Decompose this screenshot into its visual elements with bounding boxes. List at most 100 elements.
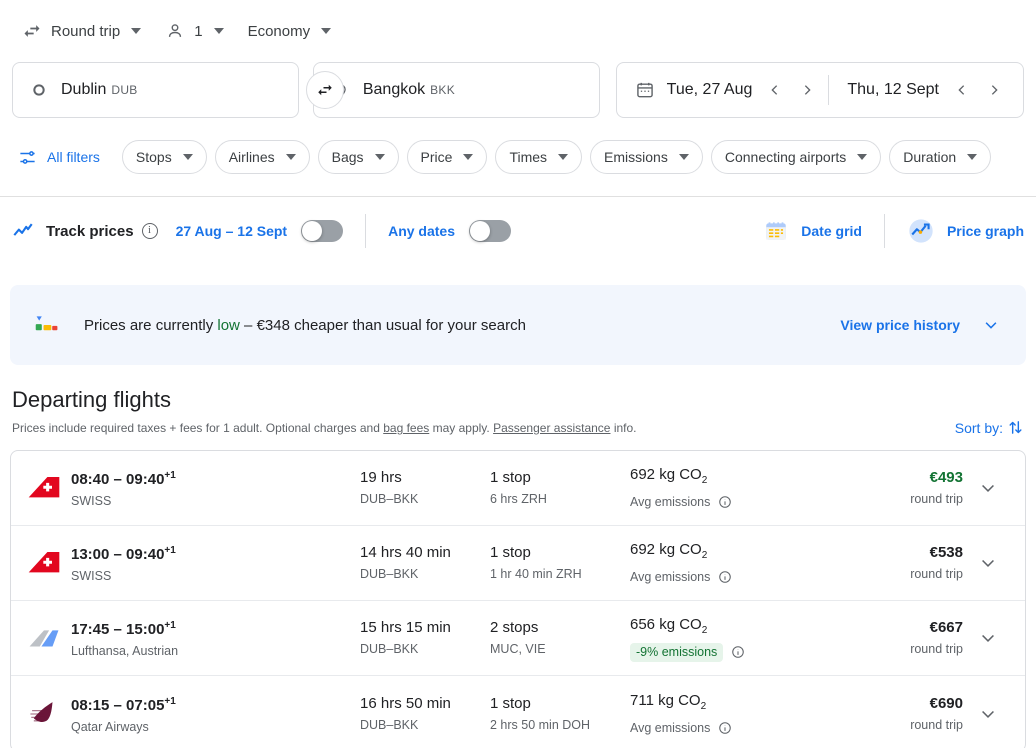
info-icon[interactable]: i — [141, 223, 158, 239]
info-icon[interactable] — [731, 645, 745, 659]
any-dates-toggle[interactable] — [469, 220, 512, 242]
table-row[interactable]: 08:15 – 07:05+1 Qatar Airways 16 hrs 50 … — [11, 676, 1025, 748]
info-icon[interactable] — [718, 570, 732, 584]
emissions-note-row: Avg emissions — [630, 493, 826, 511]
flight-route: DUB–BKK — [360, 492, 419, 506]
destination-city: Bangkok — [362, 81, 426, 98]
expand-flight-button[interactable] — [969, 553, 1007, 573]
departing-subheader-row: Prices include required taxes + fees for… — [12, 419, 1024, 436]
chevron-down-icon — [967, 154, 978, 160]
any-dates-label[interactable]: Any dates — [388, 223, 455, 239]
flight-price: €667 — [929, 619, 963, 636]
emissions-note-row: -9% emissions — [630, 642, 826, 662]
flight-stops: 1 stop — [490, 544, 531, 561]
graph-divider — [883, 214, 885, 248]
info-icon[interactable] — [718, 495, 732, 509]
expand-flight-button[interactable] — [969, 628, 1007, 648]
price-note: round trip — [910, 492, 963, 506]
bag-fees-link[interactable]: bag fees — [383, 421, 429, 435]
table-row[interactable]: 17:45 – 15:00+1 Lufthansa, Austrian 15 h… — [11, 601, 1025, 676]
sort-by-button[interactable]: Sort by: — [955, 419, 1024, 436]
track-divider — [365, 214, 367, 248]
toggle-knob — [470, 221, 491, 241]
trip-type-selector[interactable]: Round trip — [12, 12, 151, 50]
passenger-count: 1 — [194, 22, 203, 40]
flight-stops: 2 stops — [490, 619, 539, 636]
flight-times: 08:40 – 09:40+1 — [71, 466, 360, 490]
price-insight-banner: Prices are currently low – €348 cheaper … — [10, 285, 1026, 365]
filter-chip-emissions[interactable]: Emissions — [590, 140, 703, 174]
filter-chip-label: Duration — [903, 149, 957, 165]
flight-stop-detail: 1 hr 40 min ZRH — [490, 567, 582, 581]
cabin-class-selector[interactable]: Economy — [238, 12, 342, 50]
chevron-down-icon — [374, 154, 385, 160]
person-icon — [165, 21, 185, 41]
filter-chip-connecting-airports[interactable]: Connecting airports — [710, 140, 882, 174]
origin-input[interactable]: Dublin DUB — [12, 62, 299, 118]
expand-flight-button[interactable] — [969, 478, 1007, 498]
passenger-selector[interactable]: 1 — [155, 12, 233, 50]
filter-sliders-icon — [18, 148, 37, 167]
flight-time-cell: 17:45 – 15:00+1 Lufthansa, Austrian — [71, 616, 360, 660]
flight-emissions: 692 kg CO2 — [630, 465, 826, 491]
flight-duration: 15 hrs 15 min — [360, 619, 451, 636]
filter-chip-label: Stops — [135, 149, 172, 165]
disclaimer-part-2: may apply. — [429, 421, 494, 435]
swap-locations-button[interactable] — [306, 71, 344, 109]
flight-price: €493 — [929, 469, 963, 486]
emissions-value: 692 kg CO — [630, 466, 702, 483]
table-row[interactable]: 13:00 – 09:40+1 SWISS 14 hrs 40 min DUB–… — [11, 526, 1025, 601]
filter-chip-label: Price — [420, 149, 453, 165]
departure-next-day-button[interactable] — [792, 75, 822, 105]
return-prev-day-button[interactable] — [947, 75, 977, 105]
emissions-value: 692 kg CO — [630, 541, 702, 558]
filter-chip-bags[interactable]: Bags — [317, 140, 399, 174]
price-insight-icon — [34, 316, 60, 334]
departure-date[interactable]: Tue, 27 Aug — [655, 81, 759, 99]
return-next-day-button[interactable] — [979, 75, 1009, 105]
flight-times-text: 08:15 – 07:05 — [71, 696, 165, 714]
return-date[interactable]: Thu, 12 Sept — [835, 81, 945, 99]
flight-stops: 1 stop — [490, 469, 531, 486]
flight-duration: 19 hrs — [360, 469, 402, 486]
flight-stops: 1 stop — [490, 694, 531, 712]
filter-chip-airlines[interactable]: Airlines — [214, 140, 310, 174]
airline-logo-multiple-icon — [27, 625, 71, 651]
date-grid-button[interactable]: Date grid — [763, 218, 862, 244]
filter-chip-stops[interactable]: Stops — [121, 140, 207, 174]
flight-price: €538 — [929, 544, 963, 561]
flight-times: 08:15 – 07:05+1 — [71, 692, 360, 716]
emissions-value: 656 kg CO — [630, 615, 702, 633]
filter-chip-duration[interactable]: Duration — [889, 140, 992, 174]
flight-times: 13:00 – 09:40+1 — [71, 541, 360, 565]
all-filters-button[interactable]: All filters — [12, 148, 114, 167]
emissions-note: Avg emissions — [630, 495, 711, 509]
origin-city: Dublin — [61, 81, 107, 98]
departure-prev-day-button[interactable] — [760, 75, 790, 105]
destination-input[interactable]: Bangkok BKK — [312, 62, 600, 118]
table-row[interactable]: 08:40 – 09:40+1 SWISS 19 hrs DUB–BKK 1 s… — [11, 451, 1025, 526]
flight-times-text: 17:45 – 15:00 — [71, 621, 165, 638]
chevron-down-icon — [131, 28, 142, 34]
emissions-note: Avg emissions — [630, 570, 711, 584]
date-range-box: Tue, 27 Aug Thu, 12 Sept — [615, 62, 1024, 118]
track-date-range[interactable]: 27 Aug – 12 Sept — [176, 223, 288, 239]
track-dates-toggle[interactable] — [301, 220, 344, 242]
expand-flight-button[interactable] — [969, 704, 1007, 724]
location-fields: Dublin DUB Bangkok BKK — [12, 62, 600, 118]
price-note: round trip — [910, 567, 963, 581]
flight-duration: 16 hrs 50 min — [360, 694, 451, 712]
price-graph-button[interactable]: Price graph — [907, 217, 1024, 245]
track-prices-row: Track prices i 27 Aug – 12 Sept Any date… — [0, 197, 1036, 265]
view-price-history-button[interactable]: View price history — [840, 316, 1000, 334]
filter-chip-price[interactable]: Price — [406, 140, 488, 174]
passenger-assistance-link[interactable]: Passenger assistance — [493, 421, 610, 435]
departing-flights-header: Departing flights Prices include require… — [0, 365, 1036, 436]
info-icon[interactable] — [718, 721, 732, 735]
trip-type-label: Round trip — [51, 22, 121, 40]
emissions-subscript: 2 — [700, 700, 707, 712]
flight-stop-detail: MUC, VIE — [490, 642, 546, 656]
filter-chip-times[interactable]: Times — [495, 140, 583, 174]
filter-chip-label: Bags — [331, 149, 364, 165]
flight-route: DUB–BKK — [360, 642, 419, 656]
